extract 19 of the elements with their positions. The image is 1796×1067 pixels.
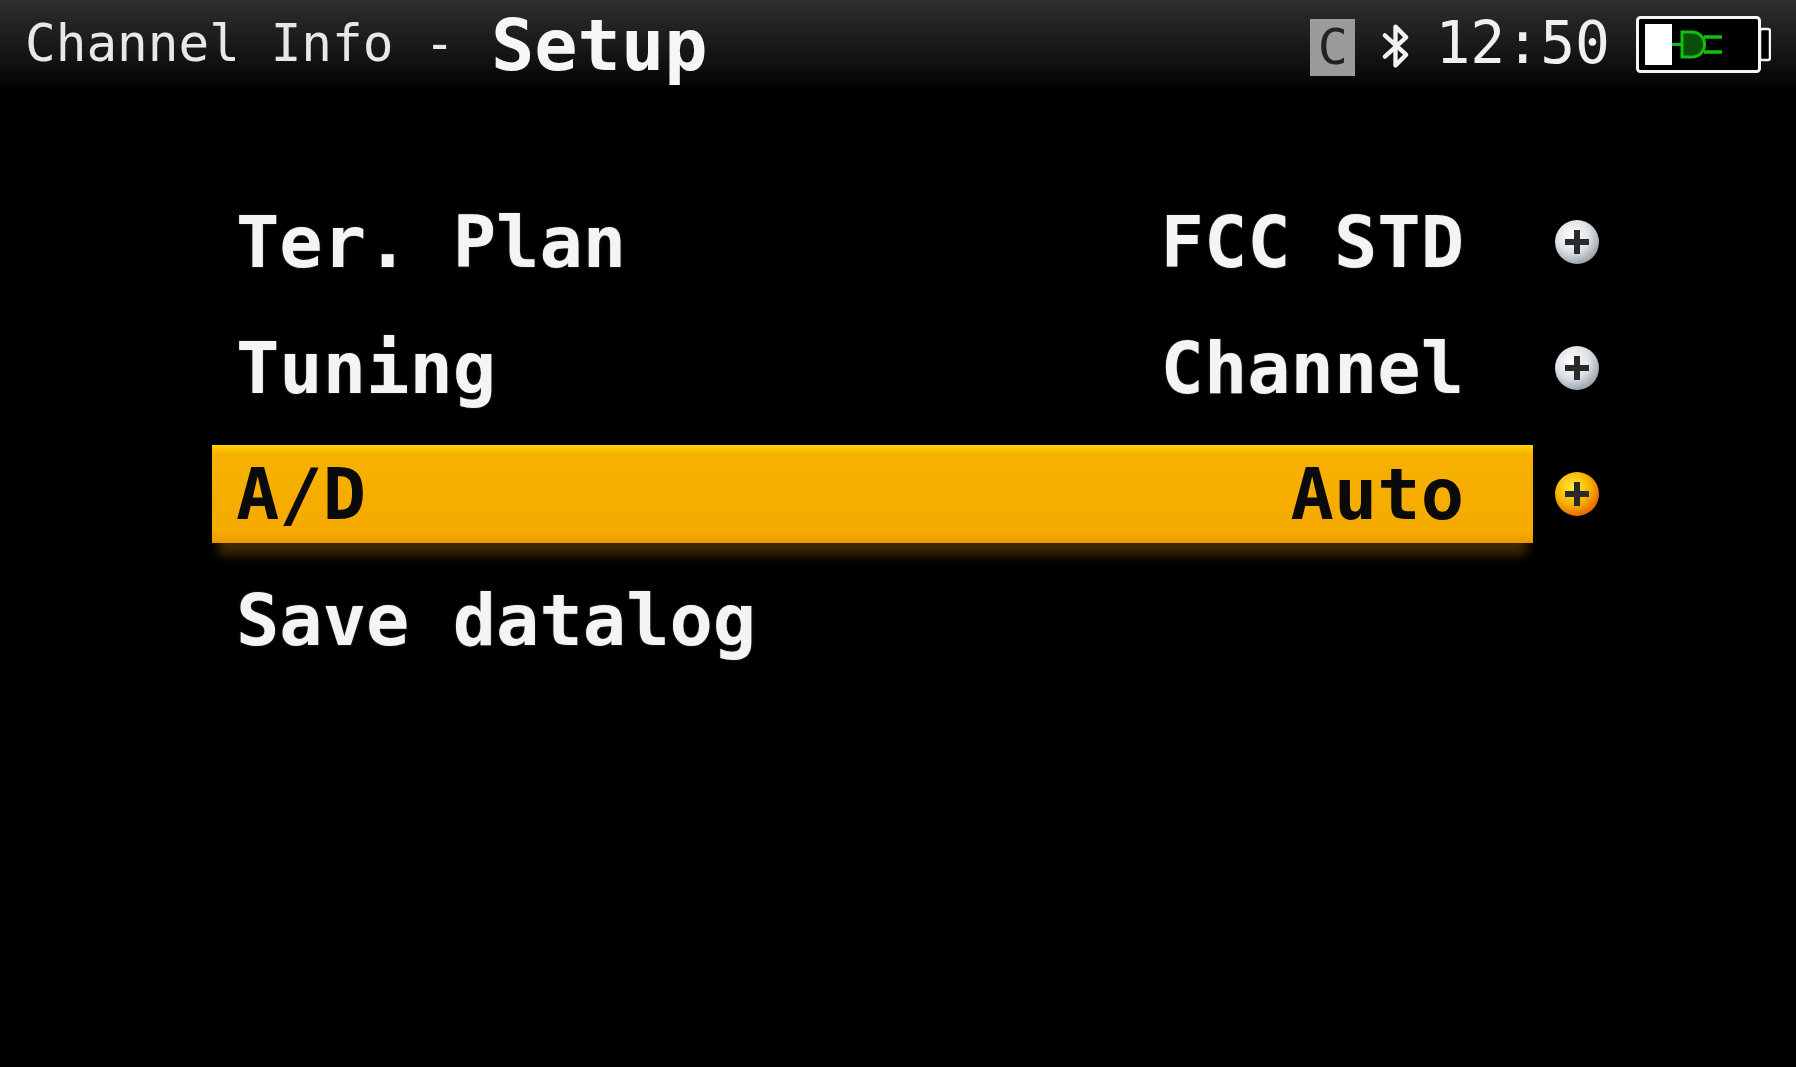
menu-item[interactable]: Ter. Plan FCC STD: [212, 193, 1533, 291]
setting-label: Tuning: [236, 324, 497, 412]
setting-label: Save datalog: [236, 576, 757, 664]
menu-item[interactable]: A/D Auto: [212, 445, 1533, 543]
mode-indicator: C: [1310, 18, 1356, 76]
clock-time: 12:50: [1435, 9, 1610, 79]
setting-value: Channel: [1160, 324, 1464, 412]
setting-label: A/D: [236, 450, 367, 538]
setting-value: FCC STD: [1160, 198, 1464, 286]
screen-title: Setup: [490, 2, 708, 88]
menu-item[interactable]: Tuning Channel: [212, 319, 1533, 417]
section-name: Channel Info -: [25, 13, 455, 75]
plus-circle-icon[interactable]: [1554, 471, 1600, 517]
plus-circle-icon[interactable]: [1554, 345, 1600, 391]
menu-item[interactable]: Save datalog: [212, 571, 1533, 669]
setting-label: Ter. Plan: [236, 198, 627, 286]
setting-value: Auto: [1290, 450, 1464, 538]
battery-charging-icon: [1636, 15, 1771, 73]
plus-circle-icon[interactable]: [1554, 219, 1600, 265]
